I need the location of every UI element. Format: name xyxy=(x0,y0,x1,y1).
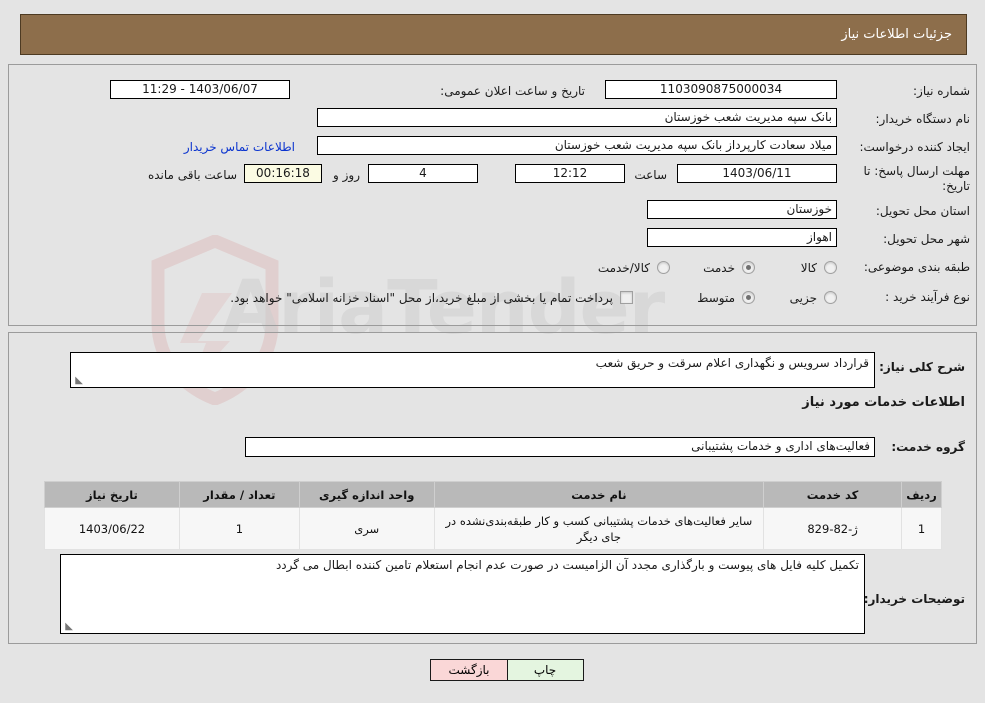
cell-date: 1403/06/22 xyxy=(44,507,180,550)
buyer-notes-label: توضیحات خریدار: xyxy=(863,592,965,606)
days-label: روز و xyxy=(333,168,360,182)
services-section-heading: اطلاعات خدمات مورد نیاز xyxy=(802,395,965,410)
radio-process-jozyi[interactable] xyxy=(824,291,837,304)
need-details-page: AriaTender جزئیات اطلاعات نیاز شماره نیا… xyxy=(0,0,985,703)
services-table: ردیف کد خدمت نام خدمت واحد اندازه گیری ت… xyxy=(44,481,942,550)
general-info-panel xyxy=(8,64,977,326)
th-name: نام خدمت xyxy=(433,481,765,508)
remaining-time-value: 00:16:18 xyxy=(244,164,322,183)
announce-datetime-label: تاریخ و ساعت اعلان عمومی: xyxy=(440,84,585,98)
need-summary-value: قرارداد سرویس و نگهداری اعلام سرقت و حری… xyxy=(595,356,869,370)
th-radif: ردیف xyxy=(901,481,942,508)
deadline-time-value: 12:12 xyxy=(515,164,625,183)
resize-grip-icon-notes[interactable]: ◣ xyxy=(63,622,73,632)
table-header-row: ردیف کد خدمت نام خدمت واحد اندازه گیری ت… xyxy=(44,481,942,508)
page-title-bar: جزئیات اطلاعات نیاز xyxy=(20,14,967,55)
cell-name: سایر فعالیت‌های خدمات پشتیبانی کسب و کار… xyxy=(433,507,765,550)
page-title: جزئیات اطلاعات نیاز xyxy=(841,27,952,42)
subject-category-label: طبقه بندی موضوعی: xyxy=(863,260,970,274)
response-deadline-label: مهلت ارسال پاسخ: تا تاریخ: xyxy=(863,164,970,193)
th-date: تاریخ نیاز xyxy=(44,481,180,508)
request-creator-value: میلاد سعادت کارپرداز بانک سپه مدیریت شعب… xyxy=(317,136,837,155)
need-summary-textarea[interactable]: قرارداد سرویس و نگهداری اعلام سرقت و حری… xyxy=(70,352,875,388)
radio-category-kala-label: کالا xyxy=(800,261,817,275)
need-summary-label: شرح کلی نیاز: xyxy=(879,360,965,374)
buyer-notes-textarea[interactable]: تکمیل کلیه فایل های پیوست و بارگذاری مجد… xyxy=(60,554,865,634)
purchase-process-label: نوع فرآیند خرید : xyxy=(885,290,970,304)
hour-label: ساعت xyxy=(634,168,667,182)
radio-process-motevaset[interactable] xyxy=(742,291,755,304)
remaining-days-value: 4 xyxy=(368,164,478,183)
buyer-contact-link[interactable]: اطلاعات تماس خریدار xyxy=(184,140,295,154)
remaining-time-label: ساعت باقی مانده xyxy=(147,168,237,182)
print-button[interactable]: چاپ xyxy=(506,659,584,681)
radio-process-jozyi-label: جزیی xyxy=(789,291,817,305)
th-code: کد خدمت xyxy=(763,481,903,508)
delivery-province-label: استان محل تحویل: xyxy=(875,204,970,218)
th-unit: واحد اندازه گیری xyxy=(298,481,435,508)
buyer-notes-value: تکمیل کلیه فایل های پیوست و بارگذاری مجد… xyxy=(275,558,859,572)
need-number-value: 1103090875000034 xyxy=(605,80,837,99)
radio-category-kala-khedmat[interactable] xyxy=(657,261,670,274)
resize-grip-icon[interactable]: ◣ xyxy=(73,376,83,386)
radio-category-khedmat-label: خدمت xyxy=(703,261,735,275)
cell-qty: 1 xyxy=(178,507,300,550)
need-number-label: شماره نیاز: xyxy=(913,84,970,98)
delivery-province-value: خوزستان xyxy=(647,200,837,219)
buyer-org-label: نام دستگاه خریدار: xyxy=(875,112,971,126)
table-row: 1 ژ-82-829 سایر فعالیت‌های خدمات پشتیبان… xyxy=(44,507,942,550)
treasury-bonds-text: پرداخت تمام یا بخشی از مبلغ خرید،از محل … xyxy=(230,291,613,305)
back-button[interactable]: بازگشت xyxy=(430,659,508,681)
treasury-bonds-checkbox[interactable] xyxy=(620,291,633,304)
request-creator-label: ایجاد کننده درخواست: xyxy=(859,140,970,154)
th-qty: تعداد / مقدار xyxy=(178,481,300,508)
buyer-org-value: بانک سپه مدیریت شعب خوزستان xyxy=(317,108,837,127)
cell-code: ژ-82-829 xyxy=(763,507,903,550)
radio-category-khedmat[interactable] xyxy=(742,261,755,274)
cell-unit: سری xyxy=(298,507,435,550)
service-group-label: گروه خدمت: xyxy=(891,440,965,454)
delivery-city-label: شهر محل تحویل: xyxy=(883,232,970,246)
deadline-date-value: 1403/06/11 xyxy=(677,164,837,183)
radio-process-motevaset-label: متوسط xyxy=(697,291,735,305)
announce-datetime-value: 1403/06/07 - 11:29 xyxy=(110,80,290,99)
service-group-value: فعالیت‌های اداری و خدمات پشتیبانی xyxy=(245,437,875,457)
radio-category-kala-khedmat-label: کالا/خدمت xyxy=(597,261,650,275)
delivery-city-value: اهواز xyxy=(647,228,837,247)
radio-category-kala[interactable] xyxy=(824,261,837,274)
cell-radif: 1 xyxy=(901,507,942,550)
